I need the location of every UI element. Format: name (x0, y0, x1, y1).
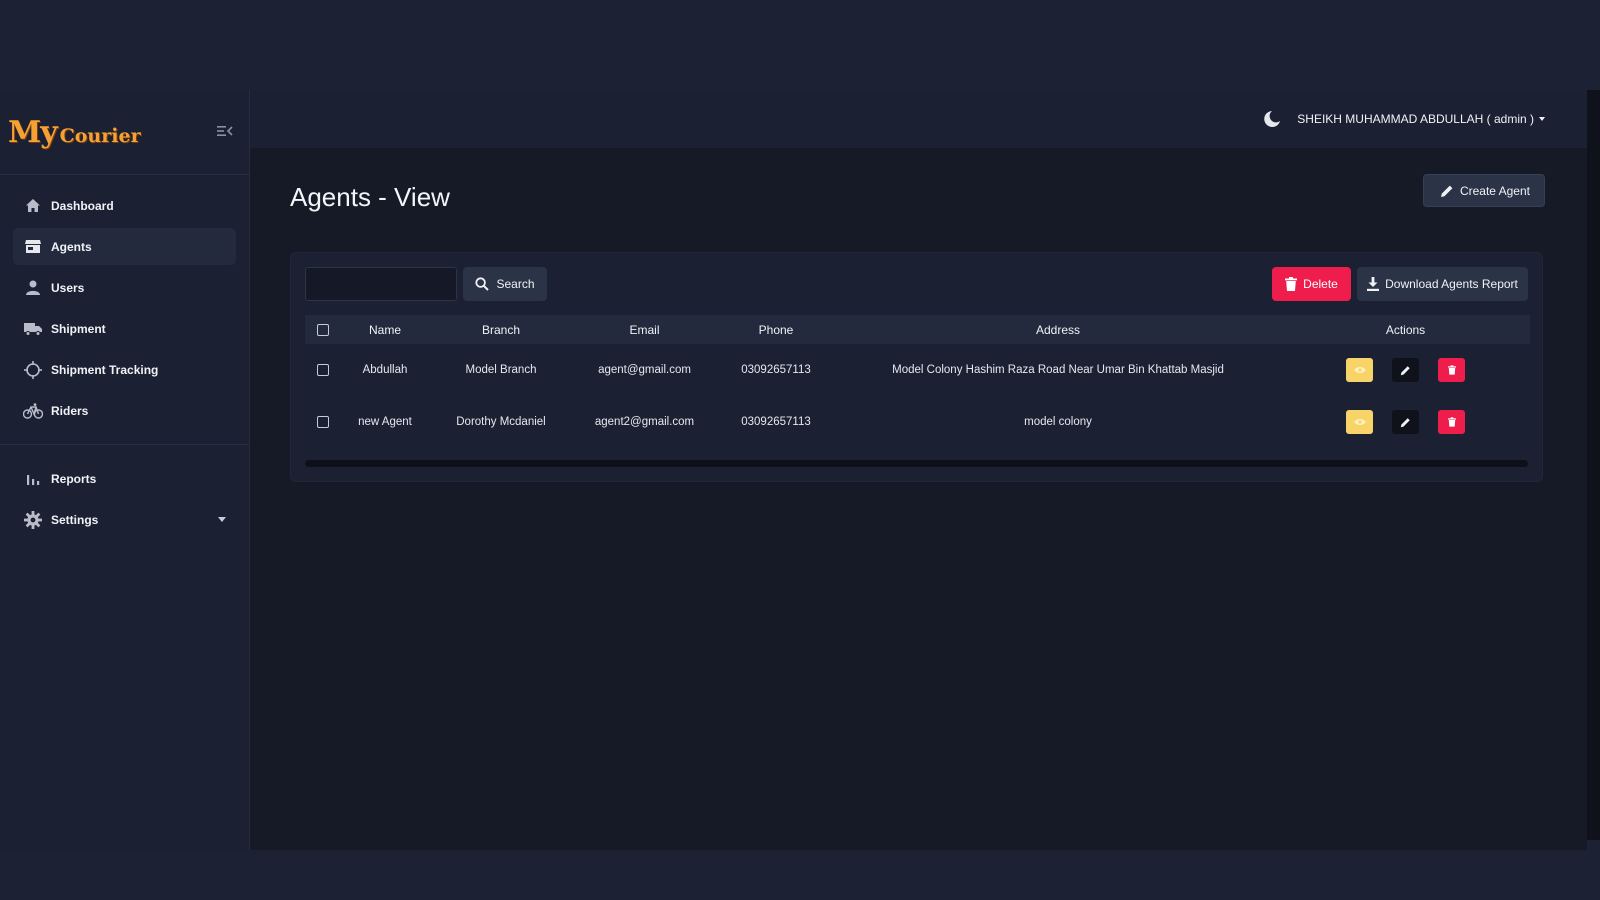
pencil-icon (1440, 185, 1453, 197)
crosshair-icon (23, 360, 43, 380)
cell-email: agent2@gmail.com (594, 416, 695, 428)
search-button[interactable]: Search (463, 267, 547, 301)
edit-button[interactable] (1392, 410, 1419, 434)
view-button[interactable] (1346, 410, 1373, 434)
sidebar-item-reports[interactable]: Reports (13, 460, 236, 497)
table-row: new Agent Dorothy Mcdaniel agent2@gmail.… (305, 396, 1530, 448)
agents-table: Name Branch Email Phone Address Actions … (305, 315, 1530, 448)
chevron-down-icon (1539, 117, 1545, 121)
sidebar-item-dashboard[interactable]: Dashboard (13, 187, 236, 224)
user-menu[interactable]: SHEIKH MUHAMMAD ABDULLAH ( admin ) (1297, 112, 1545, 126)
pencil-icon (1400, 365, 1410, 375)
cell-phone: 03092657113 (741, 364, 811, 376)
delete-row-button[interactable] (1438, 410, 1465, 434)
download-icon (1367, 277, 1380, 291)
row-select-cell (305, 396, 340, 448)
cell-address: Model Colony Hashim Raza Road Near Umar … (892, 364, 1224, 376)
search-button-label: Search (496, 277, 535, 291)
sidebar-item-label: Riders (51, 403, 89, 418)
eye-icon (1353, 419, 1366, 425)
table-row: Abdullah Model Branch agent@gmail.com 03… (305, 344, 1530, 396)
sidebar-item-label: Shipment Tracking (51, 362, 159, 377)
view-button[interactable] (1346, 358, 1373, 382)
sidebar-item-users[interactable]: Users (13, 269, 236, 306)
user-icon (23, 278, 43, 298)
select-all-cell (305, 315, 340, 344)
sidebar-item-shipment[interactable]: Shipment (13, 310, 236, 347)
column-header-actions: Actions (1385, 322, 1426, 337)
truck-icon (23, 319, 43, 339)
cell-phone: 03092657113 (741, 416, 811, 428)
trash-icon (1447, 365, 1456, 375)
sidebar-item-label: Reports (51, 471, 97, 486)
chevron-down-icon (218, 517, 226, 522)
sidebar-item-label: Users (51, 280, 85, 295)
eye-icon (1353, 367, 1366, 373)
table-header-row: Name Branch Email Phone Address Actions (305, 315, 1530, 344)
logo-courier: Courier (59, 124, 141, 147)
table-toolbar: Search Delete Download Agents Report (305, 267, 1528, 301)
bicycle-icon (23, 401, 43, 421)
row-checkbox[interactable] (316, 363, 329, 376)
column-header-phone[interactable]: Phone (717, 315, 835, 344)
row-select-cell (305, 344, 340, 396)
sidebar-nav: Dashboard Agents Users Shipment Shipment… (0, 175, 249, 538)
trash-icon (1285, 277, 1298, 291)
gear-icon (23, 510, 43, 530)
sidebar-item-label: Shipment (51, 321, 106, 336)
select-all-checkbox[interactable] (316, 324, 329, 337)
sidebar-item-label: Dashboard (51, 198, 114, 213)
sidebar: My Courier Dashboard Agents Users Shipme… (0, 90, 250, 850)
cell-actions (1281, 344, 1530, 396)
search-input[interactable] (305, 267, 457, 301)
create-agent-label: Create Agent (1459, 183, 1530, 198)
brand-bar: My Courier (0, 90, 249, 175)
cell-branch: Model Branch (465, 364, 537, 376)
search-icon (475, 277, 490, 291)
user-name: SHEIKH MUHAMMAD ABDULLAH ( admin ) (1297, 112, 1534, 126)
topbar: SHEIKH MUHAMMAD ABDULLAH ( admin ) (250, 90, 1587, 148)
app-window: My Courier Dashboard Agents Users Shipme… (0, 90, 1587, 850)
sidebar-collapse-icon[interactable] (217, 124, 233, 138)
cell-name: new Agent (358, 416, 412, 428)
sidebar-item-agents[interactable]: Agents (13, 228, 236, 265)
horizontal-scrollbar[interactable] (305, 460, 1528, 467)
column-header-address[interactable]: Address (835, 315, 1281, 344)
store-icon (23, 237, 43, 257)
cell-actions (1281, 396, 1530, 448)
pencil-icon (1400, 417, 1410, 427)
sidebar-item-label: Agents (51, 239, 92, 254)
sidebar-item-shipment-tracking[interactable]: Shipment Tracking (13, 351, 236, 388)
sidebar-item-settings[interactable]: Settings (13, 501, 236, 538)
column-header-name[interactable]: Name (340, 315, 430, 344)
create-agent-button[interactable]: Create Agent (1422, 174, 1545, 207)
sidebar-item-label: Settings (51, 512, 99, 527)
column-header-email[interactable]: Email (572, 315, 717, 344)
cell-branch: Dorothy Mcdaniel (456, 416, 546, 428)
download-button-label: Download Agents Report (1385, 277, 1518, 291)
logo[interactable]: My Courier (8, 115, 141, 150)
cell-email: agent@gmail.com (598, 364, 691, 376)
download-report-button[interactable]: Download Agents Report (1357, 267, 1528, 301)
bar-chart-icon (23, 469, 43, 489)
sidebar-divider (0, 444, 249, 445)
moon-icon[interactable] (1263, 110, 1281, 128)
window-scrollbar-track (1587, 90, 1600, 840)
delete-row-button[interactable] (1438, 358, 1465, 382)
logo-my: My (8, 114, 58, 150)
home-icon (23, 196, 43, 216)
sidebar-item-riders[interactable]: Riders (13, 392, 236, 429)
row-checkbox[interactable] (316, 415, 329, 428)
column-header-branch[interactable]: Branch (430, 315, 572, 344)
delete-button[interactable]: Delete (1272, 267, 1351, 301)
delete-button-label: Delete (1303, 277, 1338, 291)
main-content: SHEIKH MUHAMMAD ABDULLAH ( admin ) Agent… (250, 90, 1587, 850)
cell-name: Abdullah (362, 364, 408, 376)
agents-card: Search Delete Download Agents Report Nam… (290, 252, 1543, 482)
page-title: Agents - View (290, 182, 450, 212)
edit-button[interactable] (1392, 358, 1419, 382)
trash-icon (1447, 417, 1456, 427)
cell-address: model colony (1024, 416, 1092, 428)
